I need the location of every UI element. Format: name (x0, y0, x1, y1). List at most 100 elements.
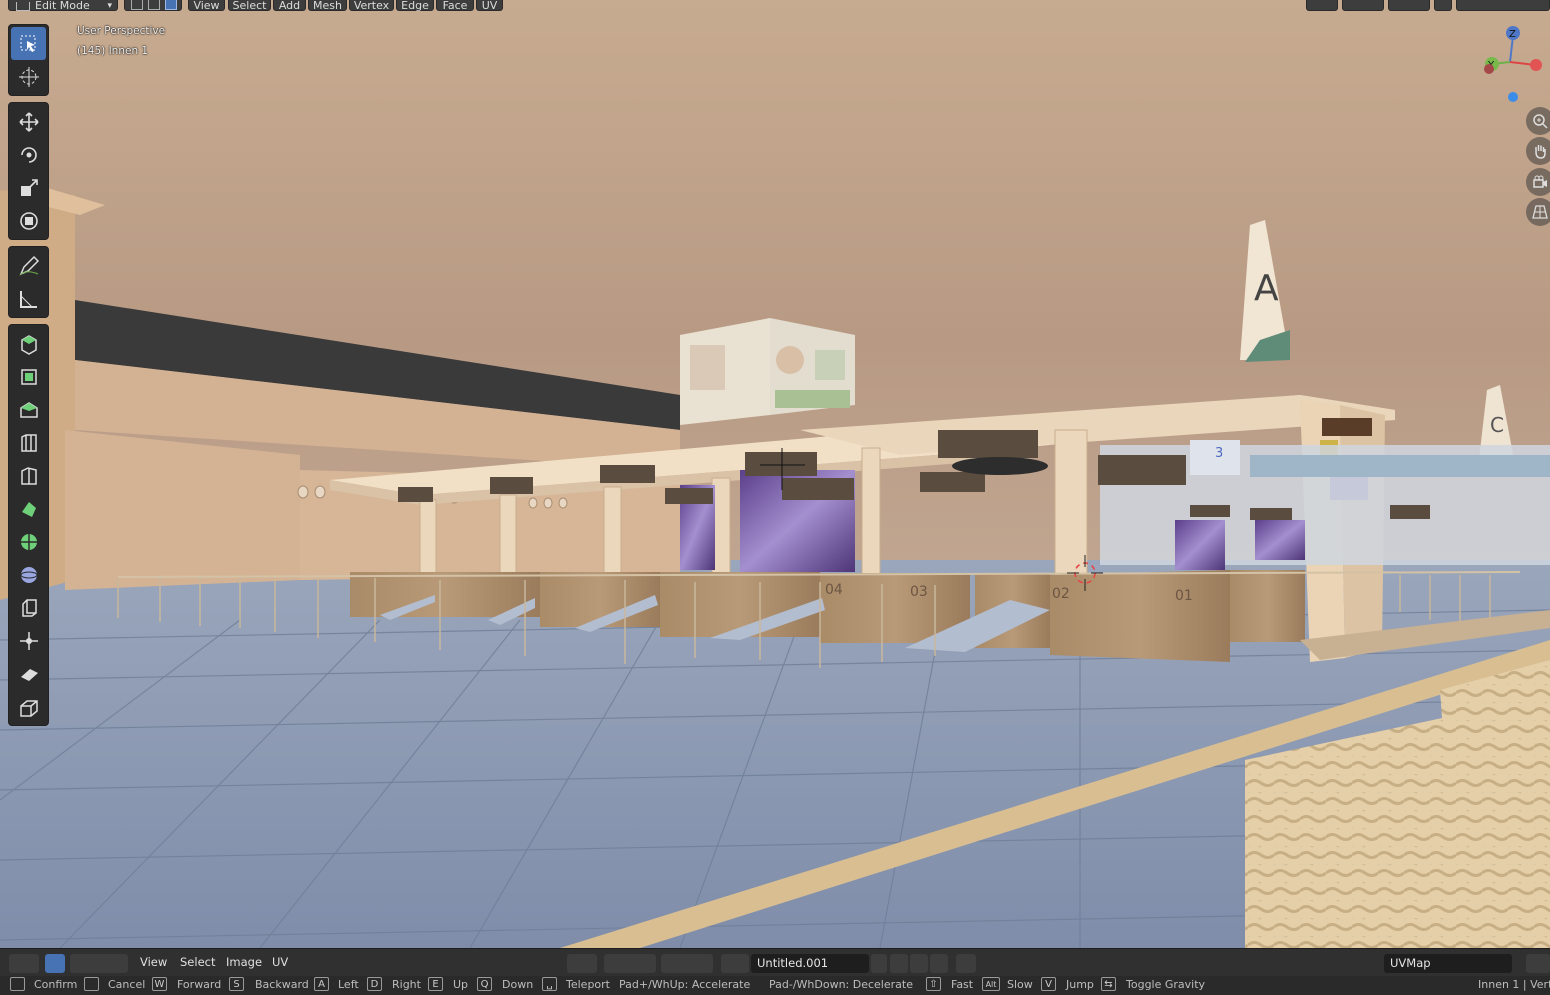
menu-add[interactable]: Add (273, 0, 306, 12)
poly-build-tool[interactable] (11, 525, 46, 558)
pan-hand-icon[interactable] (1526, 137, 1550, 165)
sync-selection-icon[interactable] (45, 954, 65, 973)
status-accelerate: Pad+/WhUp: Accelerate (619, 978, 751, 991)
edge-slide-tool[interactable] (11, 591, 46, 624)
uv-map-field[interactable]: UVMap (1384, 954, 1512, 973)
select-box-icon (20, 35, 35, 52)
pin-icon[interactable] (956, 954, 976, 973)
pivot-point-icon[interactable] (567, 954, 597, 973)
rotate-tool[interactable] (11, 138, 46, 171)
move-tool[interactable] (11, 105, 46, 138)
key-v: V (1041, 977, 1056, 991)
xray-toggle-icon[interactable] (1434, 0, 1452, 11)
key-q: Q (477, 977, 492, 991)
add-cube-tool[interactable] (11, 327, 46, 360)
gizmos-toggle-icon[interactable] (1342, 0, 1384, 11)
gizmo-z-label: Z (1509, 29, 1516, 40)
annotate-pencil-icon (19, 255, 39, 275)
select-box-tool[interactable] (11, 27, 46, 60)
status-slow: Slow (1007, 978, 1033, 991)
editor-type-icon[interactable] (9, 954, 39, 973)
uv-sidebar-toggle-icon[interactable] (1526, 954, 1550, 973)
bevel-tool[interactable] (11, 426, 46, 459)
counter-label-03: 03 (910, 584, 928, 600)
shrink-fatten-tool[interactable] (11, 624, 46, 657)
ruler-icon (19, 290, 37, 308)
smooth-sphere-icon (20, 566, 37, 583)
scale-tool[interactable] (11, 171, 46, 204)
smooth-tool[interactable] (11, 558, 46, 591)
select-mode-group (124, 0, 182, 11)
status-forward: Forward (177, 978, 222, 991)
status-toggle-gravity: Toggle Gravity (1126, 978, 1206, 991)
mouse-right-icon (84, 977, 99, 991)
open-folder-icon[interactable] (910, 954, 928, 973)
measure-tool[interactable] (11, 282, 46, 315)
status-cancel: Cancel (108, 978, 146, 991)
menu-edge[interactable]: Edge (396, 0, 434, 12)
proportional-edit-icon[interactable] (661, 954, 713, 973)
fake-user-shield-icon[interactable] (871, 954, 887, 973)
3d-viewport[interactable]: A C 3 01 02 03 04 Z User Perspective (14… (0, 0, 1550, 948)
menu-mesh[interactable]: Mesh (308, 0, 347, 12)
menu-uv[interactable]: UV (476, 0, 503, 12)
menu-view[interactable]: View (188, 0, 225, 12)
chevron-down-icon: ▾ (107, 1, 112, 11)
edge-slide-icon (21, 598, 37, 617)
image-name-field[interactable]: Untitled.001 (751, 954, 869, 973)
status-up: Up (453, 978, 469, 991)
camera-icon[interactable] (1526, 168, 1550, 196)
status-fast: Fast (951, 978, 974, 991)
inset-faces-tool[interactable] (11, 393, 46, 426)
view-object-types-icon[interactable] (1306, 0, 1338, 11)
knife-icon (21, 501, 36, 517)
cursor-icon (18, 66, 39, 87)
menu-vertex[interactable]: Vertex (349, 0, 394, 12)
status-backward: Backward (255, 978, 309, 991)
menu-select[interactable]: Select (228, 0, 271, 12)
annotate-tool[interactable] (11, 249, 46, 282)
vertex-select-icon[interactable] (131, 0, 143, 10)
key-w: W (152, 977, 167, 991)
mode-label: Edit Mode (35, 0, 90, 12)
uv-menu-select[interactable]: Select (180, 955, 215, 969)
tail-letter-a: A (1254, 268, 1279, 309)
rip-region-icon (19, 699, 38, 717)
mode-dropdown[interactable]: Edit Mode ▾ (8, 0, 118, 12)
shear-icon (20, 668, 38, 681)
edge-select-icon[interactable] (148, 0, 160, 10)
key-tab: ⇆ (1101, 977, 1116, 991)
key-alt: Alt (982, 977, 1000, 991)
loop-cut-tool[interactable] (11, 459, 46, 492)
key-s: S (229, 977, 244, 991)
cursor-tool[interactable] (11, 60, 46, 93)
status-confirm: Confirm (34, 978, 78, 991)
face-select-icon[interactable] (165, 0, 177, 10)
image-browse-icon[interactable] (721, 954, 749, 973)
snap-icon[interactable] (604, 954, 656, 973)
status-right: Right (392, 978, 421, 991)
menu-face[interactable]: Face (436, 0, 474, 12)
transform-tool[interactable] (11, 204, 46, 237)
uv-select-mode-group[interactable] (70, 954, 128, 973)
overlays-toggle-icon[interactable] (1388, 0, 1430, 11)
key-space: ␣ (542, 977, 557, 991)
shear-tool[interactable] (11, 657, 46, 690)
status-teleport: Teleport (566, 978, 610, 991)
mouse-left-icon (10, 977, 25, 991)
status-decelerate: Pad-/WhDown: Decelerate (769, 978, 913, 991)
knife-tool[interactable] (11, 492, 46, 525)
extrude-region-tool[interactable] (11, 360, 46, 393)
close-icon[interactable] (930, 954, 948, 973)
shading-mode-group[interactable] (1456, 0, 1550, 11)
viewport-perspective-label: User Perspective (77, 25, 166, 37)
rip-region-tool[interactable] (11, 690, 46, 723)
uv-menu-view[interactable]: View (140, 955, 167, 969)
perspective-grid-icon[interactable] (1526, 198, 1550, 226)
uv-menu-image[interactable]: Image (226, 955, 262, 969)
counter-label-01: 01 (1175, 588, 1193, 604)
zoom-icon[interactable] (1526, 107, 1550, 135)
new-image-icon[interactable] (890, 954, 908, 973)
uv-menu-uv[interactable]: UV (272, 955, 288, 969)
move-icon (18, 111, 39, 132)
